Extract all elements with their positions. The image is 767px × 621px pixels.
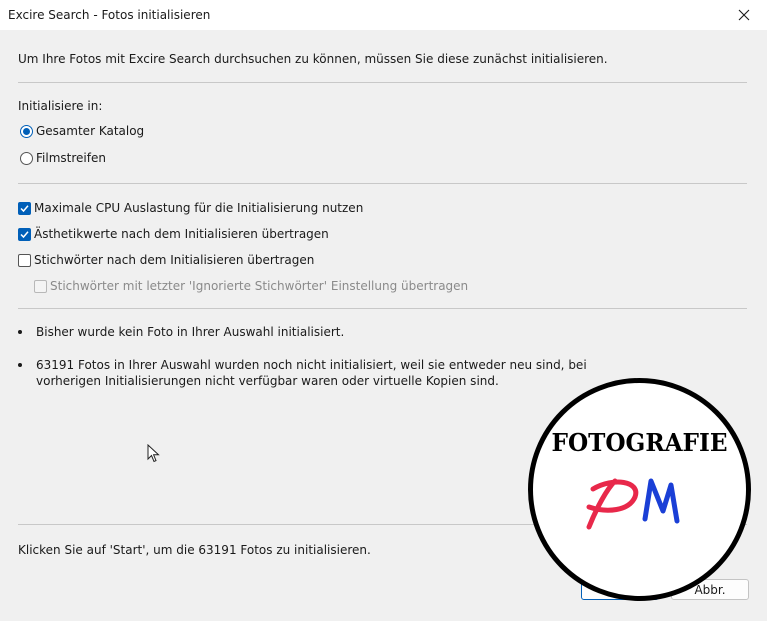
checkbox-aesthetic[interactable]: Ästhetikwerte nach dem Initialisieren üb… (18, 227, 329, 241)
title-bar: Excire Search - Fotos initialisieren (0, 0, 767, 30)
window-title: Excire Search - Fotos initialisieren (8, 8, 211, 22)
checkbox-box (18, 201, 31, 215)
checkmark-icon (20, 230, 29, 238)
checkbox-label: Ästhetikwerte nach dem Initialisieren üb… (34, 227, 329, 241)
checkbox-box (34, 279, 47, 293)
radio-indicator (20, 151, 33, 165)
mouse-cursor-icon (147, 444, 160, 463)
bullet (18, 330, 22, 334)
init-label: Initialisiere in: (18, 99, 103, 113)
separator (18, 308, 747, 309)
radio-gesamter-katalog[interactable]: Gesamter Katalog (20, 124, 144, 138)
checkbox-max-cpu[interactable]: Maximale CPU Auslastung für die Initiali… (18, 201, 363, 215)
info-text-1: Bisher wurde kein Foto in Ihrer Auswahl … (36, 325, 345, 339)
close-icon (738, 9, 750, 21)
intro-text: Um Ihre Fotos mit Excire Search durchsuc… (18, 52, 608, 66)
radio-filmstreifen[interactable]: Filmstreifen (20, 151, 106, 165)
checkmark-icon (20, 204, 29, 212)
watermark-logo: FOTOGRAFIE (528, 378, 751, 601)
checkbox-label: Maximale CPU Auslastung für die Initiali… (34, 201, 364, 215)
radio-indicator (20, 124, 33, 138)
checkbox-box (18, 253, 31, 267)
checkbox-label: Stichwörter nach dem Initialisieren über… (34, 253, 315, 267)
separator (18, 183, 747, 184)
watermark-top-text: FOTOGRAFIE (552, 428, 728, 457)
checkbox-ignored-keywords[interactable]: Stichwörter mit letzter 'Ignorierte Stic… (34, 279, 468, 293)
close-button[interactable] (721, 0, 767, 30)
checkbox-box (18, 227, 31, 241)
bullet (18, 363, 22, 367)
separator (18, 82, 747, 83)
radio-label: Filmstreifen (36, 151, 106, 165)
radio-label: Gesamter Katalog (36, 124, 145, 138)
checkbox-keywords[interactable]: Stichwörter nach dem Initialisieren über… (18, 253, 314, 267)
footer-text: Klicken Sie auf 'Start', um die 63191 Fo… (18, 543, 371, 557)
checkbox-label: Stichwörter mit letzter 'Ignorierte Stic… (50, 279, 469, 293)
dialog-window: Excire Search - Fotos initialisieren Um … (0, 0, 767, 621)
info-text-3: vorherigen Initialisierungen nicht verfü… (36, 374, 499, 388)
info-text-2: 63191 Fotos in Ihrer Auswahl wurden noch… (36, 358, 587, 372)
